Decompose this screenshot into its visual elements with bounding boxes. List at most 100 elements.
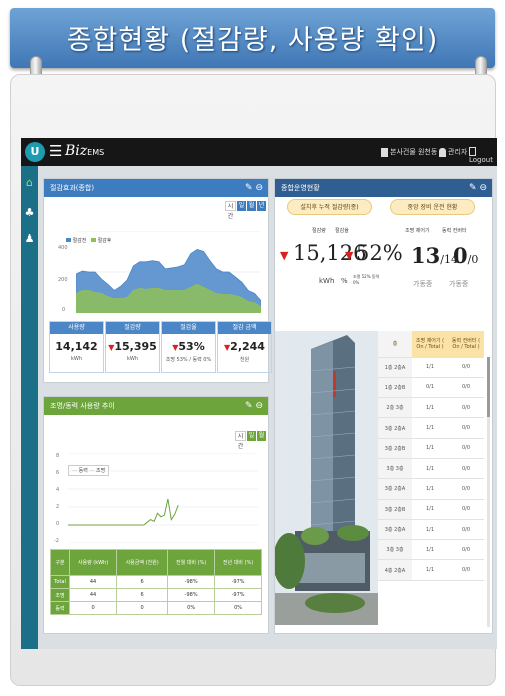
down-arrow-icon: ▼ — [345, 249, 354, 262]
table-row[interactable]: 3층 3층 1/1 0/0 — [378, 458, 484, 480]
app-logo[interactable]: U — [25, 142, 45, 162]
y-tick: 4 — [56, 487, 60, 493]
running-label: 가동중 — [413, 280, 433, 288]
panel-header: 종합운영현황 ✎ ⊖ — [275, 179, 492, 197]
table-row[interactable]: 1층 2층A 1/1 0/0 — [378, 357, 484, 378]
toggle-day[interactable]: 일 — [247, 431, 256, 441]
kpi-saving: 절감량 ▼15,395 kWh — [105, 321, 160, 373]
table-scrollbar[interactable] — [487, 357, 490, 627]
y-tick: 2 — [56, 504, 60, 510]
y-tick: 0 — [62, 307, 66, 313]
kpi-unit: kWh — [126, 356, 138, 362]
table-row[interactable]: 1층 2층B 0/1 0/0 — [378, 377, 484, 399]
y-tick: 6 — [56, 470, 60, 476]
user-icon[interactable]: ♟ — [23, 232, 36, 245]
user-menu[interactable]: 관리자 — [439, 147, 467, 157]
kpi-saving-rate: 절감율 ▼53% 조명 53% / 동력 0% — [161, 321, 216, 373]
hamburger-menu-icon[interactable]: ☰ — [49, 142, 62, 160]
panel-controls[interactable]: ✎ ⊖ — [245, 397, 263, 415]
panel-usage-trend: 조명/동력 사용량 추이 ✎ ⊖ 시간 일 월 — 동력 — 조명 8 6 4 … — [43, 396, 269, 634]
site-selector[interactable]: 본사건물 원천동 — [381, 147, 437, 157]
table-row[interactable]: 3층 2층A 1/1 0/0 — [378, 417, 484, 439]
period-toggle[interactable]: 시간 일 월 년 — [224, 201, 266, 220]
col-label: 동력 컨버터 — [442, 228, 467, 234]
table-row[interactable]: 3층 2층B 1/1 0/0 — [378, 499, 484, 520]
kpi-label: 사용량 — [50, 322, 103, 334]
table-row: Total 44 6 -98% -97% — [49, 575, 262, 589]
usage-table: 구분 사용량 (kWh) 사용금액 (천원) 전월 대비 (%) 전년 대비 (… — [49, 549, 262, 615]
table-row[interactable]: 4층 2층A 1/1 0/0 — [378, 559, 484, 581]
saving-area-chart — [76, 231, 261, 313]
usage-line-chart — [68, 453, 258, 543]
controller-count: 13/14 — [411, 243, 458, 268]
table-row[interactable]: 3층 2층B 1/1 0/0 — [378, 438, 484, 459]
panel-saving-effect: 절감효과(종합) ✎ ⊖ 시간 일 월 년 절감전 절감후 400 200 0 … — [43, 178, 272, 383]
panel-controls[interactable]: ✎ ⊖ — [245, 179, 263, 197]
toggle-month[interactable]: 월 — [247, 201, 256, 211]
building-icon — [381, 147, 388, 157]
y-tick: 200 — [58, 277, 68, 283]
kpi-value: 15,395 — [114, 340, 157, 353]
user-icon — [439, 147, 446, 157]
tree-icon[interactable]: ♣ — [23, 206, 36, 219]
series-line-조명 — [68, 498, 179, 526]
top-navbar: U ☰ BizEMS 본사건물 원천동 관리자 Logout — [21, 138, 497, 166]
eq-header: 층 — [378, 331, 412, 358]
col-label: 절감율 — [335, 228, 349, 234]
dashboard-content: 절감효과(종합) ✎ ⊖ 시간 일 월 년 절감전 절감후 400 200 0 … — [38, 166, 497, 649]
kpi-value: 53% — [178, 340, 205, 353]
kpi-unit: 조명 53% / 동력 0% — [165, 357, 212, 363]
y-tick: -2 — [54, 538, 59, 544]
home-icon[interactable]: ⌂ — [23, 176, 36, 189]
cumulative-saving-rate: 52% — [356, 241, 403, 265]
down-arrow-icon: ▼ — [280, 249, 289, 262]
logout-button[interactable]: Logout — [469, 147, 497, 164]
toggle-hour[interactable]: 시간 — [225, 201, 236, 220]
y-tick: 8 — [56, 453, 60, 459]
building-photo — [275, 331, 378, 625]
toggle-year[interactable]: 년 — [257, 201, 266, 211]
panel-header: 조명/동력 사용량 추이 ✎ ⊖ — [44, 397, 268, 415]
sidebar: ⌂ ♣ ♟ — [21, 166, 38, 649]
period-toggle[interactable]: 시간 일 월 — [234, 431, 266, 450]
kpi-label: 절감율 — [162, 322, 215, 334]
banner-title: 종합현황 (절감량, 사용량 확인) — [66, 25, 439, 56]
y-tick: 400 — [58, 245, 68, 251]
unit-label: kWh — [319, 277, 335, 285]
table-row[interactable]: 3층 2층A 1/1 0/0 — [378, 478, 484, 500]
kpi-value: 2,244 — [230, 340, 265, 353]
eq-header: 조명 제어기 ( On / Total ) — [412, 331, 448, 358]
kpi-label: 절감량 — [106, 322, 159, 334]
unit-label: % — [341, 277, 348, 285]
kpi-label: 절감 금액 — [218, 322, 271, 334]
converter-count: 0/0 — [453, 243, 479, 268]
equipment-table: 층 조명 제어기 ( On / Total ) 동력 컨버터 ( On / To… — [378, 331, 484, 581]
table-row[interactable]: 3층 3층 1/1 0/0 — [378, 539, 484, 561]
brand-name: BizEMS — [65, 143, 105, 159]
panel-title: 절감효과(종합) — [50, 184, 95, 192]
running-label: 가동중 — [449, 280, 469, 288]
table-row: 동력 0 0 0% 0% — [49, 601, 262, 615]
rate-note: 조명 52% 동력 0% — [353, 274, 380, 285]
table-row[interactable]: 3층 2층A 1/1 0/0 — [378, 519, 484, 541]
toggle-hour[interactable]: 시간 — [235, 431, 246, 450]
toggle-month[interactable]: 월 — [257, 431, 266, 441]
panel-controls[interactable]: ✎ ⊖ — [469, 179, 487, 197]
table-row: 조명 44 6 -98% -97% — [49, 588, 262, 602]
toggle-day[interactable]: 일 — [237, 201, 246, 211]
col-label: 조명 제어기 — [405, 228, 430, 234]
panel-operation-status: 종합운영현황 ✎ ⊖ 설치후 누적 절감량(종) 중앙 장비 운전 현황 절감량… — [274, 178, 493, 634]
panel-header: 절감효과(종합) ✎ ⊖ — [44, 179, 268, 197]
page-banner: 종합현황 (절감량, 사용량 확인) — [10, 8, 495, 68]
panel-title: 조명/동력 사용량 추이 — [50, 402, 115, 410]
kpi-unit: kWh — [70, 356, 82, 362]
kpi-saving-amount: 절감 금액 ▼2,244 천원 — [217, 321, 272, 373]
equipment-status-pill: 중앙 장비 운전 현황 — [390, 199, 475, 215]
y-tick: 0 — [56, 521, 60, 527]
table-row[interactable]: 2층 3층 1/1 0/0 — [378, 397, 484, 419]
logout-icon — [469, 147, 476, 156]
cumulative-saving-pill: 설치후 누적 절감량(종) — [287, 199, 372, 215]
eq-header: 동력 컨버터 ( On / Total ) — [448, 331, 484, 358]
kpi-value: 14,142 — [55, 340, 98, 353]
kpi-unit: 천원 — [239, 357, 250, 363]
